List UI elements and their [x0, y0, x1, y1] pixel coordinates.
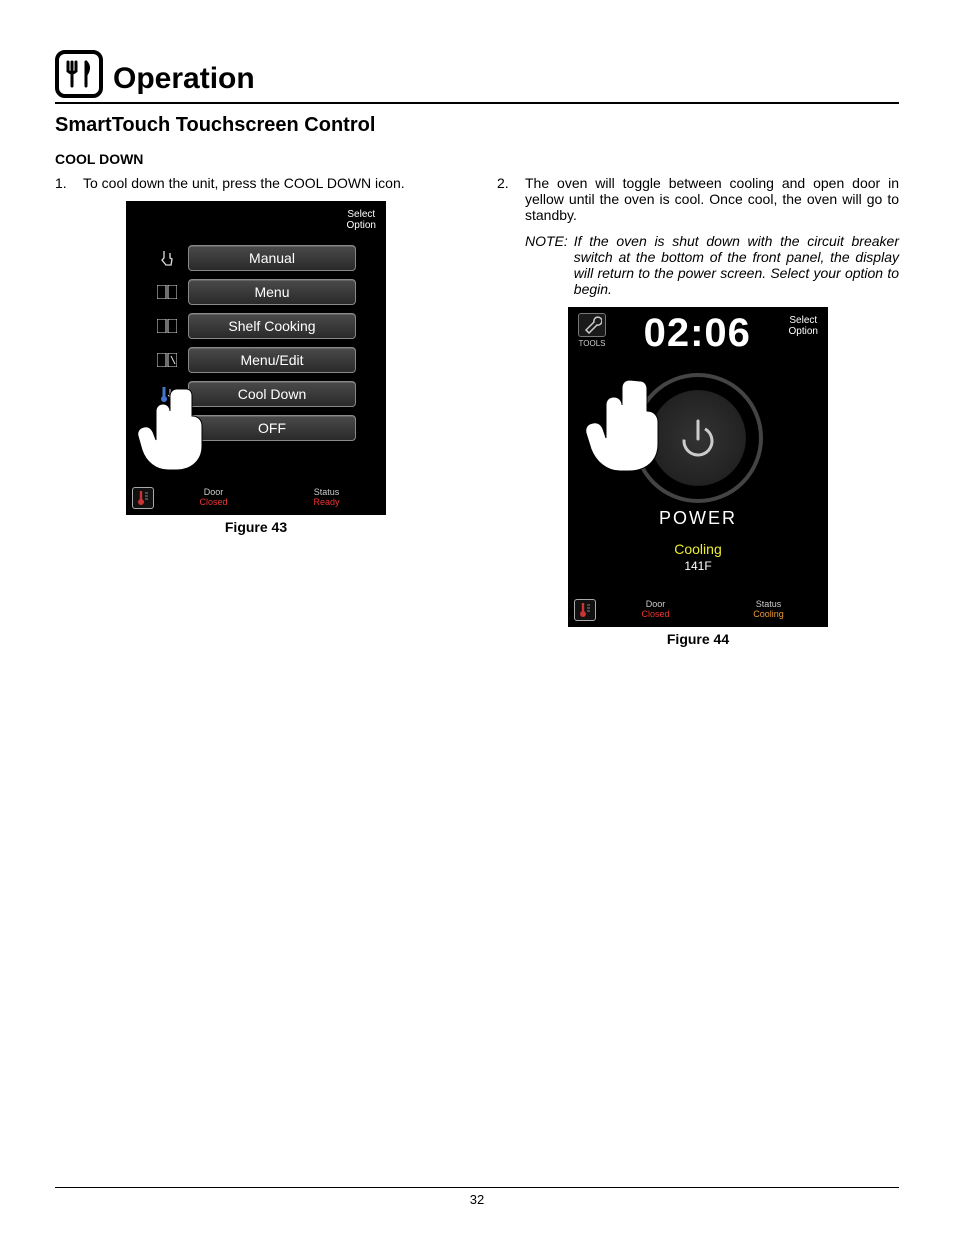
grid-icon — [156, 283, 178, 301]
right-column: 2. The oven will toggle between cooling … — [497, 175, 899, 647]
menu-item-menu-edit[interactable]: Menu/Edit — [156, 347, 356, 373]
menu-button[interactable]: Shelf Cooking — [188, 313, 356, 339]
status-value: Ready — [273, 498, 380, 508]
figure-caption: Figure 43 — [55, 519, 457, 535]
step-2: 2. The oven will toggle between cooling … — [497, 175, 899, 223]
step-number: 2. — [497, 175, 515, 223]
touchscreen-power: TOOLS 02:06 Select Option — [568, 307, 828, 627]
note-text: If the oven is shut down with the circui… — [574, 233, 899, 297]
status-value: Cooling — [715, 610, 822, 620]
step-text: The oven will toggle between cooling and… — [525, 175, 899, 223]
menu-item-shelf-cooking[interactable]: Shelf Cooking — [156, 313, 356, 339]
note-label: NOTE: — [525, 233, 568, 297]
power-icon — [673, 413, 723, 463]
tools-button[interactable]: TOOLS — [578, 313, 606, 348]
page-subtitle: SmartTouch Touchscreen Control — [55, 114, 899, 137]
thermometer-icon — [132, 487, 154, 509]
figure-caption: Figure 44 — [497, 631, 899, 647]
menu-button[interactable]: Menu — [188, 279, 356, 305]
menu-button[interactable]: Menu/Edit — [188, 347, 356, 373]
touchscreen-menu: Select Option Manual — [126, 201, 386, 515]
select-option-label: Select Option — [347, 209, 376, 231]
step-text: To cool down the unit, press the COOL DO… — [83, 175, 457, 191]
hand-tap-icon — [156, 249, 178, 267]
step-number: 1. — [55, 175, 73, 191]
left-column: 1. To cool down the unit, press the COOL… — [55, 175, 457, 647]
note: NOTE: If the oven is shut down with the … — [525, 233, 899, 297]
power-label: POWER — [568, 508, 828, 529]
grid-icon — [156, 317, 178, 335]
page-footer: 32 — [55, 1187, 899, 1207]
page-header: Operation — [55, 50, 899, 104]
thermometer-icon — [574, 599, 596, 621]
section-heading: COOL DOWN — [55, 151, 899, 167]
page-number: 32 — [470, 1192, 484, 1207]
select-option-label: Select Option — [789, 313, 818, 337]
temperature-value: 141F — [568, 559, 828, 573]
status-bar: Door Closed Status Cooling — [568, 597, 828, 621]
clock-time: 02:06 — [644, 313, 751, 353]
pointing-hand-icon — [136, 381, 216, 471]
wrench-icon — [578, 313, 606, 337]
menu-item-menu[interactable]: Menu — [156, 279, 356, 305]
page-title: Operation — [113, 64, 255, 98]
door-value: Closed — [602, 610, 709, 620]
status-bar: Door Closed Status Ready — [126, 485, 386, 509]
pointing-hand-icon — [584, 373, 674, 473]
menu-button[interactable]: Manual — [188, 245, 356, 271]
cooling-label: Cooling — [568, 541, 828, 557]
door-value: Closed — [160, 498, 267, 508]
menu-item-manual[interactable]: Manual — [156, 245, 356, 271]
step-1: 1. To cool down the unit, press the COOL… — [55, 175, 457, 191]
fork-knife-icon — [55, 50, 103, 98]
grid-edit-icon — [156, 351, 178, 369]
